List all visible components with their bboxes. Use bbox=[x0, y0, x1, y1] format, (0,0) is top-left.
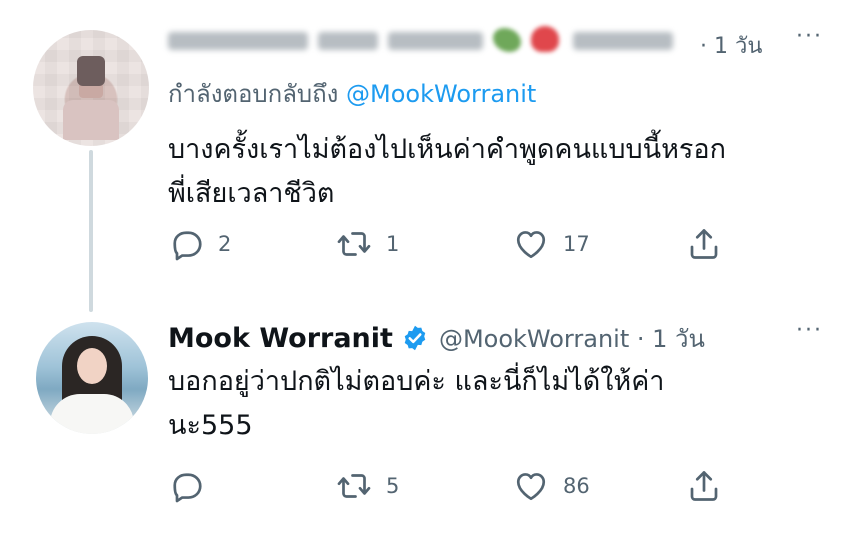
replying-to-line: กำลังตอบกลับถึง @MookWorranit bbox=[168, 74, 536, 113]
retweet-button[interactable]: 1 bbox=[336, 224, 399, 264]
reply-count: 2 bbox=[218, 232, 232, 256]
tweet-header: Mook Worranit @MookWorranit · 1 วัน bbox=[168, 318, 705, 358]
heart-emoji-icon bbox=[531, 26, 559, 52]
retweet-button[interactable]: 5 bbox=[336, 466, 399, 506]
replying-to-mention-link[interactable]: @MookWorranit bbox=[346, 80, 536, 108]
avatar-face bbox=[77, 348, 107, 384]
heart-icon bbox=[516, 231, 546, 259]
verified-badge-icon bbox=[404, 325, 426, 351]
tweet-actions: 2 1 17 bbox=[168, 224, 728, 264]
retweet-icon bbox=[337, 474, 371, 498]
tweet-text-line: นะ555 bbox=[168, 410, 253, 441]
reply-button[interactable]: 2 bbox=[168, 224, 231, 264]
blur-segment bbox=[168, 32, 308, 50]
more-options-icon[interactable]: ··· bbox=[796, 24, 823, 49]
avatar-head bbox=[77, 56, 105, 86]
tweet-actions: 5 86 bbox=[168, 466, 728, 506]
tweet-thread: · 1 วัน ··· กำลังตอบกลับถึง @MookWorrani… bbox=[0, 0, 865, 534]
like-button[interactable]: 17 bbox=[513, 224, 590, 264]
share-button[interactable] bbox=[686, 224, 722, 264]
retweet-count: 1 bbox=[386, 232, 400, 256]
share-icon bbox=[690, 229, 718, 259]
avatar-shirt bbox=[50, 394, 134, 434]
share-icon bbox=[690, 471, 718, 501]
share-button[interactable] bbox=[686, 466, 722, 506]
avatar-blurred-user[interactable] bbox=[33, 30, 149, 146]
tweet-text: บางครั้งเราไม่ต้องไปเห็นค่าคำพูดคนแบบนี้… bbox=[168, 128, 726, 216]
avatar-mook-worranit[interactable] bbox=[36, 322, 148, 434]
blurred-display-name[interactable] bbox=[168, 22, 673, 58]
like-count: 86 bbox=[563, 474, 590, 498]
like-count: 17 bbox=[563, 232, 590, 256]
retweet-icon bbox=[337, 232, 371, 256]
retweet-count: 5 bbox=[386, 474, 400, 498]
replying-prefix: กำลังตอบกลับถึง bbox=[168, 80, 347, 108]
more-options-icon[interactable]: ··· bbox=[796, 318, 823, 343]
avatar-body bbox=[63, 100, 119, 140]
tweet-text: บอกอยู่ว่าปกติไม่ตอบค่ะ และนี่ก็ไม่ได้ให… bbox=[168, 360, 664, 448]
leaf-emoji-icon bbox=[493, 28, 521, 52]
display-name[interactable]: Mook Worranit bbox=[168, 323, 393, 354]
reply-button[interactable] bbox=[168, 466, 218, 506]
blur-segment bbox=[573, 32, 673, 50]
tweet-text-line: บอกอยู่ว่าปกติไม่ตอบค่ะ และนี่ก็ไม่ได้ให… bbox=[168, 366, 665, 397]
tweet-timestamp[interactable]: · 1 วัน bbox=[700, 28, 762, 63]
handle-and-timestamp[interactable]: @MookWorranit · 1 วัน bbox=[439, 319, 705, 358]
blur-segment bbox=[318, 32, 378, 50]
reply-icon bbox=[173, 231, 202, 261]
tweet-text-line: พี่เสียเวลาชีวิต bbox=[168, 178, 335, 209]
blur-segment bbox=[388, 32, 483, 50]
reply-icon bbox=[173, 473, 202, 503]
heart-icon bbox=[516, 473, 546, 501]
tweet-text-line: บางครั้งเราไม่ต้องไปเห็นค่าคำพูดคนแบบนี้… bbox=[168, 134, 726, 165]
like-button[interactable]: 86 bbox=[513, 466, 590, 506]
thread-connector-line bbox=[89, 150, 93, 312]
